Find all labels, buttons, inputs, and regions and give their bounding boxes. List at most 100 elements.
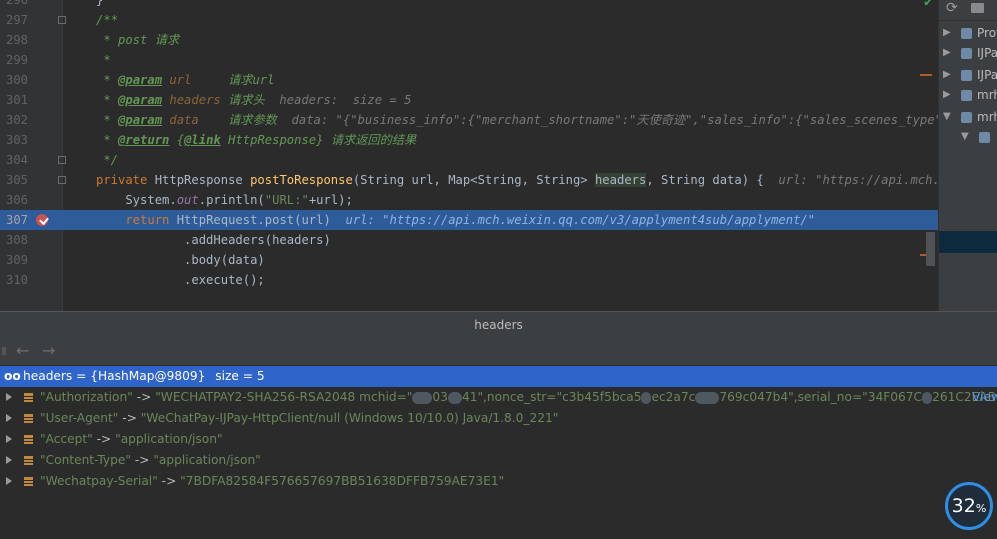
- project-tree-item[interactable]: ▶ Prot: [939, 24, 997, 44]
- line-number[interactable]: 298: [0, 30, 28, 50]
- code-token: post(url): [264, 213, 346, 227]
- folder-icon[interactable]: [971, 3, 984, 13]
- code-text[interactable]: private HttpResponse postToResponse(Stri…: [96, 170, 938, 190]
- expand-arrow-icon[interactable]: ▼: [943, 111, 951, 122]
- map-entry-row[interactable]: "Wechatpay-Serial" -> "7BDFA82584F576657…: [0, 471, 997, 492]
- code-text[interactable]: return HttpRequest.post(url) url: "https…: [96, 210, 815, 230]
- code-token: 请求头: [220, 93, 280, 107]
- entry-key: "Accept": [40, 432, 93, 446]
- expand-arrow-icon[interactable]: ▶: [943, 69, 951, 80]
- line-number[interactable]: 296: [0, 0, 28, 10]
- map-entry-row[interactable]: "Content-Type" -> "application/json": [0, 450, 997, 471]
- code-line-301[interactable]: 301 * @param headers 请求头 headers: size =…: [0, 90, 938, 110]
- code-line-308[interactable]: 308 .addHeaders(headers): [0, 230, 938, 250]
- code-text[interactable]: *: [96, 50, 110, 70]
- code-line-306[interactable]: 306 System.out.println("URL:"+url);: [0, 190, 938, 210]
- project-tree-item[interactable]: ▶ mrh: [939, 86, 997, 106]
- refresh-icon[interactable]: ⟳: [946, 0, 958, 16]
- fold-icon[interactable]: [58, 156, 66, 164]
- fold-icon[interactable]: [58, 16, 66, 24]
- code-text[interactable]: */: [96, 150, 118, 170]
- line-number[interactable]: 297: [0, 10, 28, 30]
- expand-triangle-icon[interactable]: [6, 456, 12, 464]
- entry-value: "application/json": [115, 432, 223, 446]
- code-text[interactable]: .body(data): [96, 250, 265, 270]
- drag-handle[interactable]: [2, 347, 6, 355]
- line-number[interactable]: 300: [0, 70, 28, 90]
- view-link[interactable]: View: [972, 387, 997, 408]
- code-token: *: [96, 133, 119, 147]
- code-editor[interactable]: 296} 297/** 298 * post 请求 299 * 300 * @param…: [0, 0, 938, 311]
- code-token: @param: [118, 93, 163, 107]
- progress-badge[interactable]: 32%: [945, 482, 993, 530]
- line-number[interactable]: 301: [0, 90, 28, 110]
- entry-value-part: ec2a7c: [651, 390, 696, 404]
- code-line-310[interactable]: 310 .execute();: [0, 270, 938, 290]
- line-number[interactable]: 304: [0, 150, 28, 170]
- line-number[interactable]: 299: [0, 50, 28, 70]
- project-tree-item[interactable]: ▼: [939, 128, 997, 148]
- fold-icon[interactable]: [58, 176, 66, 184]
- code-text[interactable]: * @return {@link HttpResponse} 请求返回的结果: [96, 130, 416, 150]
- map-entry-row[interactable]: "Accept" -> "application/json": [0, 429, 997, 450]
- project-tree-item[interactable]: ▶ IJPa: [939, 44, 997, 64]
- code-line-304[interactable]: 304 */: [0, 150, 938, 170]
- expand-arrow-icon[interactable]: ▶: [943, 89, 951, 100]
- code-line-300[interactable]: 300 * @param url 请求url: [0, 70, 938, 90]
- variable-root-row[interactable]: oo headers = {HashMap@9809} size = 5: [0, 366, 997, 387]
- project-tree-label: IJPa: [977, 68, 997, 82]
- entry-key: "Authorization": [40, 390, 133, 404]
- back-arrow-icon[interactable]: ←: [16, 341, 29, 360]
- project-tree-item[interactable]: ▶ IJPa: [939, 66, 997, 86]
- line-number[interactable]: 305: [0, 170, 28, 190]
- code-line-303[interactable]: 303 * @return {@link HttpResponse} 请求返回的…: [0, 130, 938, 150]
- variables-tree[interactable]: oo headers = {HashMap@9809} size = 5 "Au…: [0, 365, 997, 539]
- line-number[interactable]: 303: [0, 130, 28, 150]
- map-entry-icon: [24, 414, 33, 423]
- entry-key: "Content-Type": [40, 453, 131, 467]
- code-line-299[interactable]: 299 *: [0, 50, 938, 70]
- code-text[interactable]: .addHeaders(headers): [96, 230, 331, 250]
- line-number[interactable]: 306: [0, 190, 28, 210]
- expand-triangle-icon[interactable]: [6, 477, 12, 485]
- expand-arrow-icon[interactable]: ▶: [943, 47, 951, 58]
- code-line-302[interactable]: 302 * @param data 请求参数 data: "{"business…: [0, 110, 938, 130]
- map-entry-row[interactable]: "User-Agent" -> "WeChatPay-IJPay-HttpCli…: [0, 408, 997, 429]
- map-entry-row[interactable]: "Authorization" -> "WECHATPAY2-SHA256-RS…: [0, 387, 997, 408]
- code-text[interactable]: * post 请求: [96, 30, 179, 50]
- breakpoint-icon[interactable]: [36, 214, 48, 226]
- expand-triangle-icon[interactable]: [6, 435, 12, 443]
- code-text[interactable]: /**: [96, 10, 118, 30]
- line-number[interactable]: 302: [0, 110, 28, 130]
- project-tool-window[interactable]: ⟳ ▶ Prot ▶ IJPa ▶ IJPa ▶ mrh ▼ mrh ▼: [938, 0, 997, 311]
- project-tree-item[interactable]: ▼ mrh: [939, 108, 997, 128]
- code-line-309[interactable]: 309 .body(data): [0, 250, 938, 270]
- code-line-307[interactable]: 307 return HttpRequest.post(url) url: "h…: [0, 210, 938, 230]
- code-line-296[interactable]: 296}: [0, 0, 938, 10]
- entry-value-part: 03: [432, 390, 448, 404]
- expand-triangle-icon[interactable]: [6, 414, 12, 422]
- code-text[interactable]: * @param url 请求url: [96, 70, 274, 90]
- code-token: *: [96, 73, 119, 87]
- line-number[interactable]: 308: [0, 230, 28, 250]
- line-number[interactable]: 307: [0, 210, 28, 230]
- code-text[interactable]: .execute();: [96, 270, 265, 290]
- line-number[interactable]: 309: [0, 250, 28, 270]
- code-text[interactable]: }: [96, 0, 103, 10]
- code-token: HttpRequest.: [176, 213, 265, 227]
- code-line-305[interactable]: 305 private HttpResponse postToResponse(S…: [0, 170, 938, 190]
- code-text[interactable]: System.out.println("URL:"+url);: [96, 190, 353, 210]
- line-number[interactable]: 310: [0, 270, 28, 290]
- code-token: headers: [162, 93, 221, 107]
- editor-scrollbar-thumb[interactable]: [926, 232, 935, 266]
- code-token: *: [96, 93, 119, 107]
- expand-arrow-icon[interactable]: ▶: [943, 27, 951, 38]
- error-stripe-mark[interactable]: [920, 74, 932, 76]
- expand-triangle-icon[interactable]: [6, 393, 12, 401]
- code-text[interactable]: * @param data 请求参数 data: "{"business_inf…: [96, 110, 938, 130]
- forward-arrow-icon[interactable]: →: [42, 341, 55, 360]
- code-line-297[interactable]: 297 /**: [0, 10, 938, 30]
- code-line-298[interactable]: 298 * post 请求: [0, 30, 938, 50]
- code-text[interactable]: * @param headers 请求头 headers: size = 5: [96, 90, 411, 110]
- expand-arrow-icon[interactable]: ▼: [961, 131, 969, 142]
